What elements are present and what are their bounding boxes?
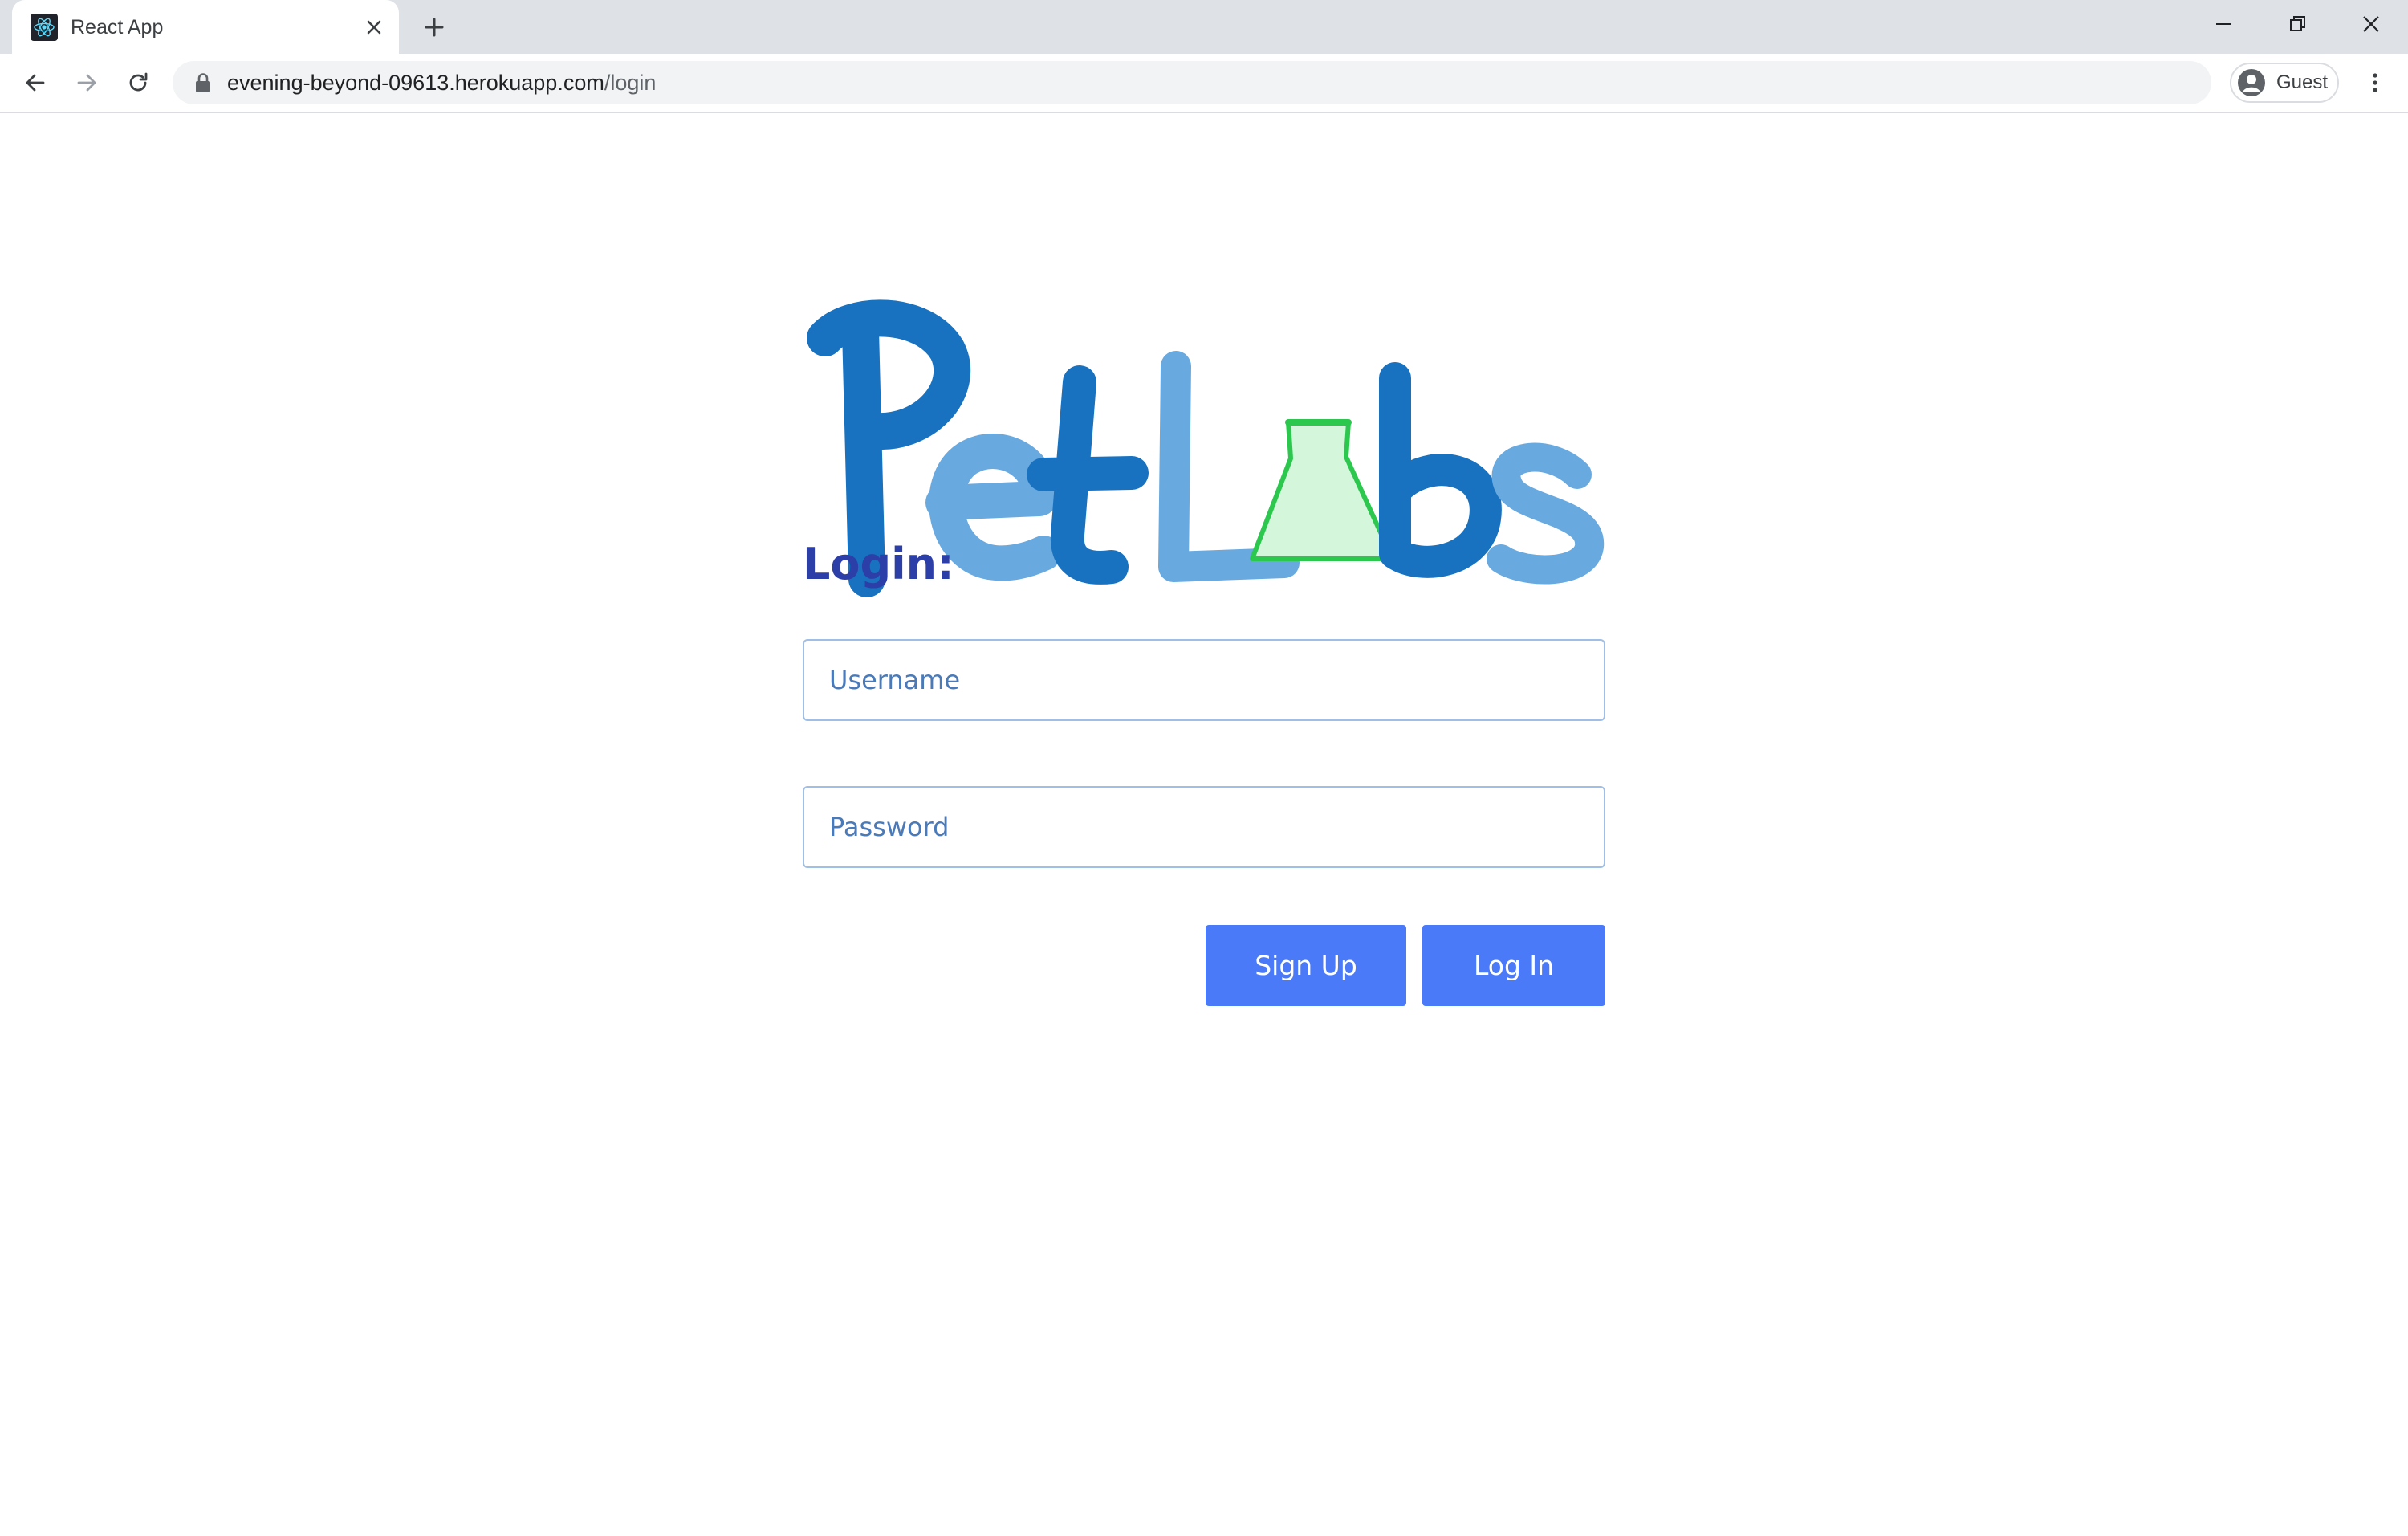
new-tab-button[interactable] bbox=[417, 10, 451, 44]
reload-button[interactable] bbox=[119, 63, 157, 102]
close-window-icon bbox=[2363, 16, 2379, 32]
address-bar[interactable]: evening-beyond-09613.herokuapp.com/login bbox=[173, 61, 2211, 104]
browser-toolbar: evening-beyond-09613.herokuapp.com/login… bbox=[0, 54, 2408, 113]
minimize-icon bbox=[2216, 23, 2231, 25]
browser-menu-button[interactable] bbox=[2356, 63, 2394, 102]
tab-title: React App bbox=[71, 16, 164, 39]
username-input[interactable] bbox=[803, 639, 1605, 721]
lock-icon[interactable] bbox=[193, 72, 213, 93]
page-content: Login: Sign Up Log In bbox=[0, 113, 2408, 1536]
profile-button[interactable]: Guest bbox=[2230, 63, 2339, 103]
avatar-icon bbox=[2238, 69, 2265, 96]
plus-icon bbox=[425, 18, 444, 37]
browser-window: React App evening-beyond-09613.herokuapp… bbox=[0, 0, 2408, 1536]
minimize-button[interactable] bbox=[2186, 0, 2260, 48]
tab-strip: React App bbox=[0, 0, 2408, 54]
profile-label: Guest bbox=[2276, 71, 2329, 93]
url-host: evening-beyond-09613.herokuapp.com bbox=[227, 71, 604, 95]
forward-button[interactable] bbox=[67, 63, 106, 102]
back-button[interactable] bbox=[16, 63, 55, 102]
close-icon bbox=[367, 20, 381, 35]
log-in-button[interactable]: Log In bbox=[1422, 925, 1605, 1006]
url-text[interactable]: evening-beyond-09613.herokuapp.com/login bbox=[227, 61, 656, 104]
sign-up-button[interactable]: Sign Up bbox=[1206, 925, 1406, 1006]
password-input[interactable] bbox=[803, 786, 1605, 868]
reload-icon bbox=[129, 72, 148, 92]
close-tab-button[interactable] bbox=[359, 12, 389, 43]
restore-button[interactable] bbox=[2260, 0, 2334, 48]
page-title: Login: bbox=[803, 539, 954, 589]
restore-icon bbox=[2290, 16, 2305, 31]
arrow-left-icon bbox=[26, 74, 45, 92]
arrow-right-icon bbox=[77, 74, 96, 92]
close-window-button[interactable] bbox=[2334, 0, 2408, 48]
url-path: /login bbox=[604, 71, 657, 95]
kebab-menu-icon bbox=[2373, 73, 2377, 92]
react-icon bbox=[31, 14, 58, 41]
active-tab[interactable]: React App bbox=[12, 0, 399, 54]
